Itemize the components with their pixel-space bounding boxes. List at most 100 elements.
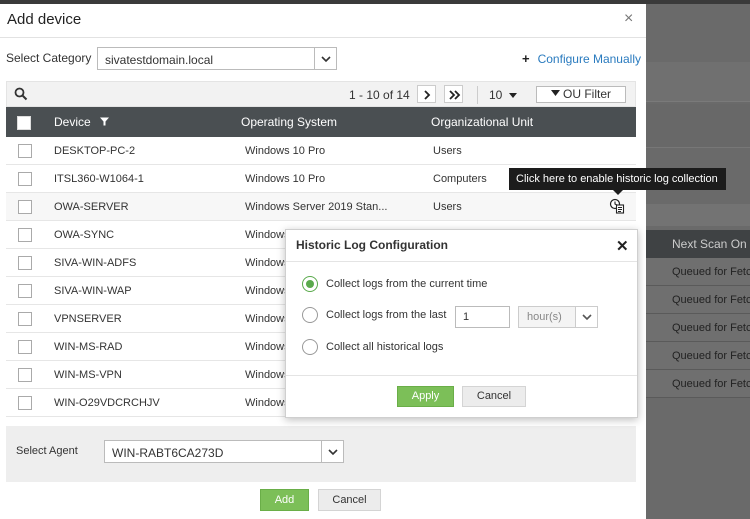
os-cell: Windows 10 Pro	[245, 145, 326, 157]
last-page-button[interactable]	[444, 85, 463, 103]
agent-section: Select Agent WIN-RABT6CA273D	[6, 426, 636, 482]
tooltip-arrow	[613, 190, 623, 195]
divider	[0, 37, 646, 38]
radio-last-period[interactable]	[302, 307, 318, 323]
select-category-label: Select Category	[6, 51, 92, 65]
historic-log-icon[interactable]	[609, 198, 625, 217]
table-row[interactable]: OWA-SERVER Windows Server 2019 Stan... U…	[6, 193, 636, 221]
configure-manually-link[interactable]: + Configure Manually	[522, 51, 641, 66]
category-select-value: sivatestdomain.local	[105, 53, 214, 67]
grid-toolbar: 1 - 10 of 14 10 OU Filter	[6, 81, 636, 107]
per-page-select[interactable]: 10	[489, 88, 517, 102]
radio-current-time[interactable]	[302, 276, 318, 292]
device-cell: WIN-MS-VPN	[54, 369, 122, 381]
background-band	[646, 62, 750, 102]
os-cell: Windows Server 2019 Standard	[245, 229, 285, 241]
last-period-input[interactable]	[455, 306, 510, 328]
close-icon[interactable]: ×	[624, 10, 633, 28]
row-checkbox[interactable]	[18, 396, 32, 410]
chevron-down-icon	[314, 48, 336, 69]
select-all-checkbox[interactable]	[17, 116, 31, 130]
os-cell: Windows Server 2019 Stan...	[245, 201, 388, 213]
ou-cell: Computers	[433, 173, 487, 185]
per-page-value: 10	[489, 88, 503, 102]
row-checkbox[interactable]	[18, 144, 32, 158]
divider	[286, 261, 637, 262]
device-cell: OWA-SERVER	[54, 201, 129, 213]
option-current-time-label: Collect logs from the current time	[326, 278, 488, 290]
background-band	[646, 204, 750, 226]
option-all-historical-label: Collect all historical logs	[326, 341, 444, 353]
background-status-cell: Queued for Fetching	[646, 314, 750, 342]
column-header-operating-system[interactable]: Operating System	[241, 115, 337, 129]
caret-down-icon	[551, 90, 560, 96]
radio-all-historical[interactable]	[302, 339, 318, 355]
ou-cell: Users	[433, 201, 462, 213]
os-cell: Windows Server 2019 Standard	[245, 341, 285, 353]
dialog-title: Add device	[7, 11, 82, 28]
caret-down-icon	[508, 93, 517, 98]
pagination-range: 1 - 10 of 14	[349, 88, 410, 102]
row-checkbox[interactable]	[18, 312, 32, 326]
device-cell: DESKTOP-PC-2	[54, 145, 136, 157]
device-cell: VPNSERVER	[54, 313, 122, 325]
popup-title: Historic Log Configuration	[296, 238, 448, 252]
column-header-organizational-unit[interactable]: Organizational Unit	[431, 115, 533, 129]
double-chevron-right-icon	[449, 90, 461, 100]
device-cell: ITSL360-W1064-1	[54, 173, 144, 185]
agent-select[interactable]: WIN-RABT6CA273D	[104, 440, 344, 463]
background-status-cell: Queued for Fetching	[646, 286, 750, 314]
search-icon[interactable]	[14, 87, 28, 104]
background-status-cell: Queued for Fetching	[646, 370, 750, 398]
cancel-button[interactable]: Cancel	[318, 489, 381, 511]
device-cell: OWA-SYNC	[54, 229, 115, 241]
device-cell: SIVA-WIN-WAP	[54, 285, 132, 297]
row-checkbox[interactable]	[18, 256, 32, 270]
close-icon[interactable]: ✕	[616, 237, 629, 255]
column-header-device[interactable]: Device	[54, 115, 110, 129]
next-page-button[interactable]	[417, 85, 436, 103]
chevron-down-icon	[575, 307, 597, 327]
background-status-cell: Queued for Fetching	[646, 342, 750, 370]
os-cell: Windows Server 2019 Standard	[245, 369, 285, 381]
select-agent-label: Select Agent	[16, 445, 78, 457]
tooltip: Click here to enable historic log collec…	[509, 168, 726, 195]
historic-log-config-popup: Historic Log Configuration ✕ Collect log…	[285, 229, 638, 418]
configure-manually-label: Configure Manually	[537, 52, 641, 66]
os-cell: Windows Server 2019 Standard	[245, 257, 285, 269]
category-select[interactable]: sivatestdomain.local	[97, 47, 337, 70]
popup-cancel-button[interactable]: Cancel	[462, 386, 526, 407]
divider	[286, 375, 637, 376]
row-checkbox[interactable]	[18, 228, 32, 242]
chevron-right-icon	[424, 90, 431, 100]
table-row[interactable]: DESKTOP-PC-2 Windows 10 Pro Users	[6, 137, 636, 165]
device-cell: WIN-MS-RAD	[54, 341, 123, 353]
row-checkbox[interactable]	[18, 284, 32, 298]
unit-select-value: hour(s)	[527, 311, 562, 323]
ou-cell: Users	[433, 145, 462, 157]
device-cell: WIN-O29VDCRCHJV	[54, 397, 160, 409]
unit-select[interactable]: hour(s)	[518, 306, 598, 328]
device-cell: SIVA-WIN-ADFS	[54, 257, 137, 269]
add-button[interactable]: Add	[260, 489, 309, 511]
agent-select-value: WIN-RABT6CA273D	[112, 446, 224, 460]
tooltip-text: Click here to enable historic log collec…	[516, 173, 718, 185]
background-band	[646, 104, 750, 148]
ou-filter-button[interactable]: OU Filter	[536, 86, 626, 103]
row-checkbox[interactable]	[18, 200, 32, 214]
background-app: Next Scan On Queued for Fetching Queued …	[646, 4, 750, 519]
row-checkbox[interactable]	[18, 340, 32, 354]
ou-filter-label: OU Filter	[563, 87, 611, 101]
column-header-label: Device	[54, 115, 91, 129]
option-last-period-label: Collect logs from the last	[326, 309, 447, 321]
apply-button[interactable]: Apply	[397, 386, 454, 407]
background-column-header: Next Scan On	[646, 230, 750, 258]
os-cell: Windows Server 2019 Standard	[245, 397, 285, 409]
grid-header: Device Operating System Organizational U…	[6, 107, 636, 137]
row-checkbox[interactable]	[18, 368, 32, 382]
row-checkbox[interactable]	[18, 172, 32, 186]
filter-icon[interactable]	[100, 117, 110, 126]
os-cell: Windows Server 2019 Standard	[245, 285, 285, 297]
plus-icon: +	[522, 51, 530, 66]
os-cell: Windows Server 2019 Standard	[245, 313, 285, 325]
